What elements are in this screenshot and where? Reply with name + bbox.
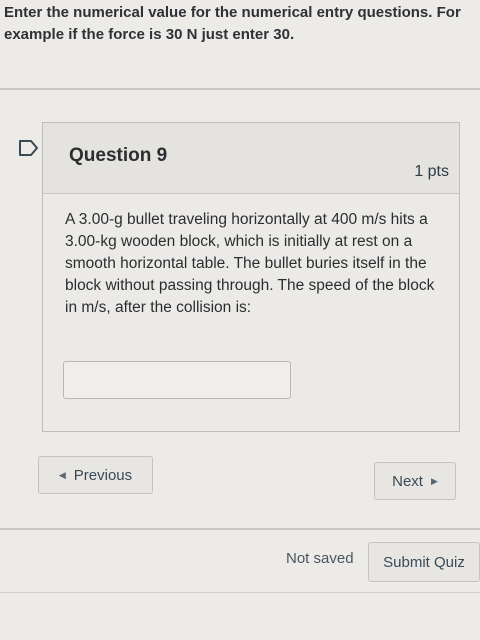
- previous-label: Previous: [73, 466, 133, 484]
- divider: [0, 528, 480, 530]
- previous-button[interactable]: ◀ Previous: [38, 456, 153, 494]
- next-button[interactable]: Next ▶: [374, 462, 456, 500]
- question-header: Question 9 1 pts: [43, 123, 459, 194]
- flag-question-icon[interactable]: [18, 138, 40, 158]
- question-points: 1 pts: [414, 163, 449, 180]
- answer-input[interactable]: [63, 361, 291, 399]
- next-label: Next: [392, 472, 423, 490]
- triangle-left-icon: ◀: [58, 469, 66, 480]
- quiz-instructions: Enter the numerical value for the numeri…: [4, 4, 461, 43]
- question-card: Question 9 1 pts A 3.00-g bullet traveli…: [42, 122, 460, 432]
- divider: [0, 592, 480, 593]
- submit-quiz-button[interactable]: Submit Quiz: [368, 542, 480, 582]
- triangle-right-icon: ▶: [430, 475, 438, 486]
- divider: [0, 88, 480, 90]
- question-title: Question 9: [69, 145, 168, 166]
- submit-quiz-label: Submit Quiz: [383, 553, 465, 571]
- question-text: A 3.00-g bullet traveling horizontally a…: [65, 211, 435, 316]
- save-status: Not saved: [286, 550, 354, 567]
